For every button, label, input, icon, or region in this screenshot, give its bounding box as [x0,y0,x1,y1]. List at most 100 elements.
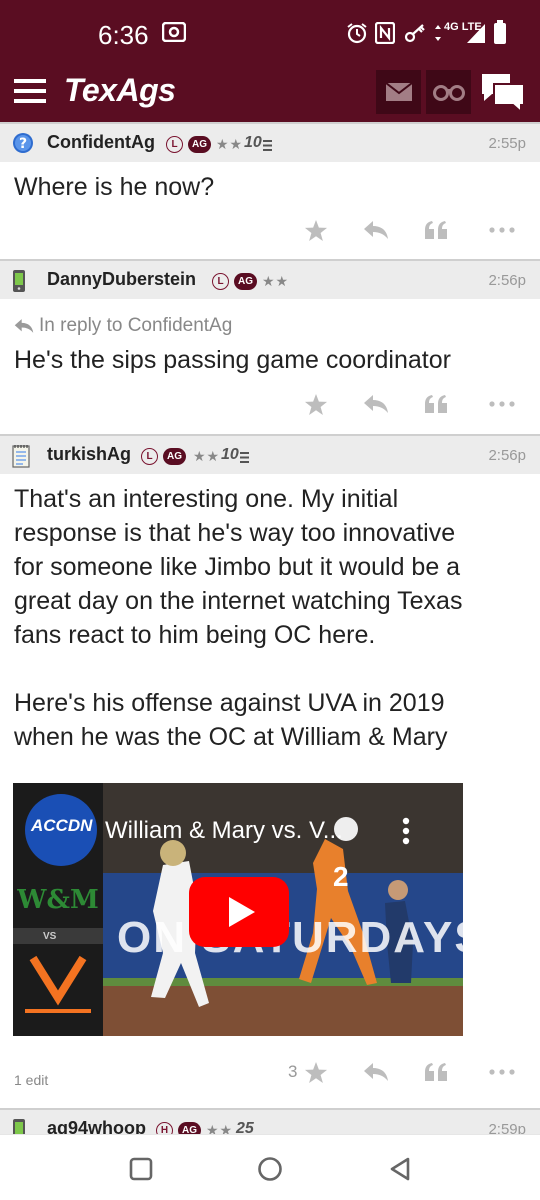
lifetime-badge: L [166,136,183,153]
more-icon [489,401,515,407]
envelope-icon [385,83,412,101]
star-icon [304,219,328,241]
channel-logo[interactable]: ACCDN [31,816,92,836]
post-header: ? ConfidentAg L AG ★★ 10 2:55p [0,122,540,162]
home-button[interactable] [254,1153,286,1185]
years-badge: 25 [236,1120,254,1134]
post-header: ag94whoop H AG ★★ 25 2:59p [0,1108,540,1134]
lifetime-badge: L [212,273,229,290]
post-line: response is that he's way too innovative [14,519,456,547]
video-menu-icon[interactable] [401,817,411,850]
quote-icon [425,395,447,413]
post-line: fans react to him being OC here. [14,621,376,649]
ag-badge: AG [188,136,211,153]
years-badge: 10 [221,446,239,463]
alarm-icon [346,22,368,49]
post-time: 2:55p [488,135,526,152]
post-line: when he was the OC at William & Mary [14,723,448,751]
post-line: Here's his offense against UVA in 2019 [14,689,445,717]
recents-button[interactable] [125,1153,157,1185]
username[interactable]: ConfidentAg [47,132,155,153]
ag-badge: AG [163,448,186,465]
status-bar: 6:36 4G LTE [0,0,540,62]
screen-record-icon [161,21,187,47]
watchlist-button[interactable] [426,70,471,114]
post-body: Where is he now? [14,170,526,204]
post-body: He's the sips passing game coordinator [14,343,526,377]
lifetime-badge: H [156,1122,173,1134]
more-icon [489,227,515,233]
nfc-icon [374,21,396,49]
phone-icon [12,1118,26,1134]
jersey-number: 2 [333,861,349,892]
reply-button[interactable] [361,1058,391,1086]
more-button[interactable] [487,216,517,244]
status-time: 6:36 [98,20,149,50]
reply-icon [364,395,388,413]
years-badge: 10 [244,134,262,151]
binoculars-icon [432,85,465,101]
back-button[interactable] [384,1153,416,1185]
lifetime-badge: L [141,448,158,465]
reply-icon [364,1063,388,1081]
ag-badge: AG [178,1122,201,1134]
app-bar: TexAgs [0,62,540,122]
star-button[interactable] [301,390,331,418]
menu-icon[interactable] [14,78,46,109]
vpn-key-icon [404,22,426,49]
more-button[interactable] [487,1058,517,1086]
quote-icon [425,1063,447,1081]
username[interactable]: DannyDuberstein [47,269,196,290]
post-line: great day on the internet watching Texas [14,587,463,615]
play-button-icon[interactable] [189,877,289,952]
video-title[interactable]: William & Mary vs. V... [105,817,343,845]
app-logo[interactable]: TexAgs [64,72,176,109]
post-actions [0,388,540,420]
messages-button[interactable] [376,70,421,114]
rating-stars: ★★ [216,136,244,152]
system-nav-bar [0,1134,540,1200]
side-vs-label: VS [43,931,57,942]
banner-text: ON SATURDAYS [117,913,463,962]
quote-button[interactable] [421,1058,451,1086]
quote-button[interactable] [421,390,451,418]
svg-text:?: ? [19,136,27,152]
notepad-icon [12,444,30,473]
years-lines-icon [263,138,272,156]
post-header: DannyDuberstein L AG ★★ 2:56p [0,259,540,299]
quote-button[interactable] [421,216,451,244]
signal-icon [466,22,486,49]
post-line [14,652,526,686]
post-actions: 3 [0,1056,540,1088]
reply-button[interactable] [361,216,391,244]
chat-icon[interactable] [480,72,526,117]
reply-button[interactable] [361,390,391,418]
more-icon [489,1069,515,1075]
battery-icon [494,20,506,49]
more-button[interactable] [487,390,517,418]
quote-icon [425,221,447,239]
username[interactable]: turkishAg [47,444,131,465]
post-line: That's an interesting one. My initial [14,485,399,513]
recents-icon [129,1157,153,1181]
post-body: That's an interesting one. My initial re… [14,482,526,754]
years-lines-icon [240,450,249,468]
data-arrows-icon [434,24,442,47]
rating-stars: ★★ [206,1122,234,1134]
ag-badge: AG [234,273,257,290]
star-button[interactable] [301,216,331,244]
rating-stars: ★★ [193,448,221,464]
phone-icon [12,269,26,298]
post-actions [0,214,540,246]
rating-stars: ★★ [262,273,290,289]
username[interactable]: ag94whoop [47,1118,146,1134]
back-icon [390,1157,410,1181]
reply-arrow-icon [14,318,34,339]
video-embed[interactable]: W&M ACCDN VS 2 ON SATURDAYS William & Ma… [13,783,463,1036]
svg-text:W&M: W&M [16,885,98,915]
post-line: Where is he now? [14,173,215,201]
star-icon [304,393,328,415]
star-button[interactable] [301,1058,331,1086]
post-line: He's the sips passing game coordinator [14,346,451,374]
reply-to-link[interactable]: In reply to ConfidentAg [39,315,232,337]
